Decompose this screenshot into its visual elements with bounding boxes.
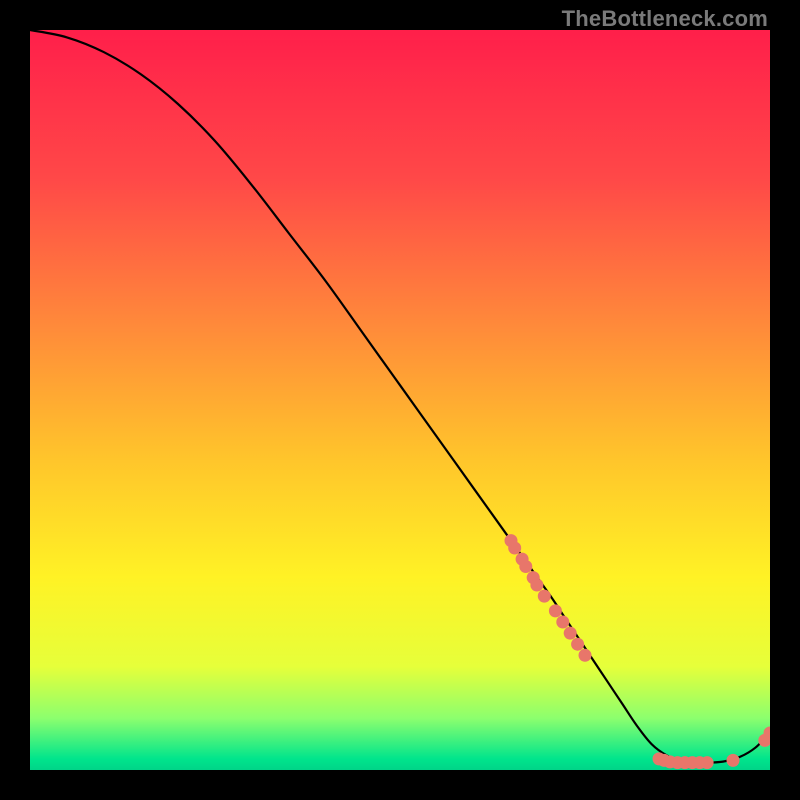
gradient-background xyxy=(30,30,770,770)
chart-svg xyxy=(30,30,770,770)
marker-point xyxy=(530,579,543,592)
plot-area xyxy=(30,30,770,770)
marker-point xyxy=(519,560,532,573)
marker-point xyxy=(538,590,551,603)
marker-point xyxy=(556,616,569,629)
watermark-text: TheBottleneck.com xyxy=(562,6,768,32)
marker-point xyxy=(727,754,740,767)
chart-frame: TheBottleneck.com xyxy=(0,0,800,800)
marker-point xyxy=(549,604,562,617)
marker-point xyxy=(564,627,577,640)
marker-point xyxy=(701,756,714,769)
marker-point xyxy=(571,638,584,651)
marker-point xyxy=(579,649,592,662)
marker-point xyxy=(508,542,521,555)
